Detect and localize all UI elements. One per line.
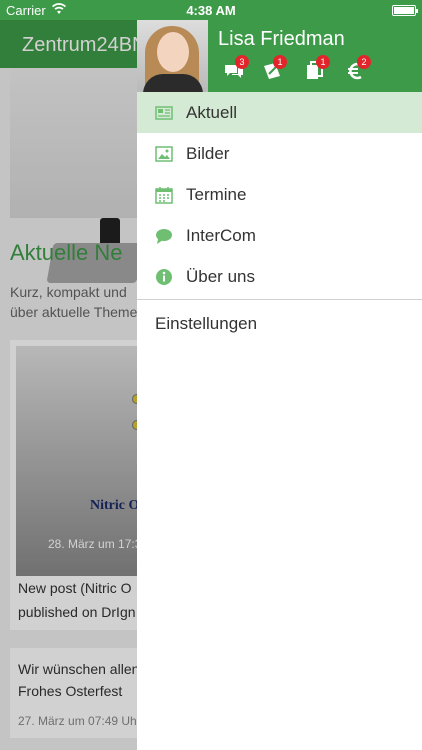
notification-badge: 1 [273,55,287,69]
menu-label: InterCom [186,226,256,245]
edit-sticker-icon[interactable]: 1 [261,55,287,82]
menu-label: Über uns [186,267,255,286]
menu-label: Termine [186,185,247,204]
avatar[interactable] [137,20,208,92]
battery-icon [392,5,418,16]
menu-label: Bilder [186,144,230,163]
menu-item-intercom[interactable]: InterCom [137,215,422,256]
euro-icon[interactable]: 2 [345,55,371,82]
drawer-menu: Aktuell Bilder Termine InterCom Über uns [137,92,422,348]
speech-bubble-icon [155,227,173,245]
image-icon [155,145,173,163]
chat-bubbles-icon[interactable]: 3 [223,55,249,82]
user-name: Lisa Friedman [218,28,345,50]
clock: 4:38 AM [186,3,236,18]
documents-icon[interactable]: 1 [304,55,330,82]
notification-badge: 3 [235,55,249,69]
menu-label: Aktuell [186,103,238,122]
side-drawer: Lisa Friedman 3 1 1 2 Aktuell Bilder Ter… [137,0,422,750]
menu-item-bilder[interactable]: Bilder [137,133,422,174]
menu-item-termine[interactable]: Termine [137,174,422,215]
info-icon [155,268,173,286]
notification-badge: 2 [357,55,371,69]
menu-item-aktuell[interactable]: Aktuell [137,92,422,133]
calendar-icon [155,186,173,204]
notification-badge: 1 [316,55,330,69]
status-bar: Carrier 4:38 AM [0,0,422,20]
newspaper-icon [155,104,173,122]
menu-item-ueber-uns[interactable]: Über uns [137,256,422,297]
menu-label: Einstellungen [155,314,258,333]
menu-item-einstellungen[interactable]: Einstellungen [137,300,422,348]
drawer-header: Lisa Friedman 3 1 1 2 [137,20,422,92]
